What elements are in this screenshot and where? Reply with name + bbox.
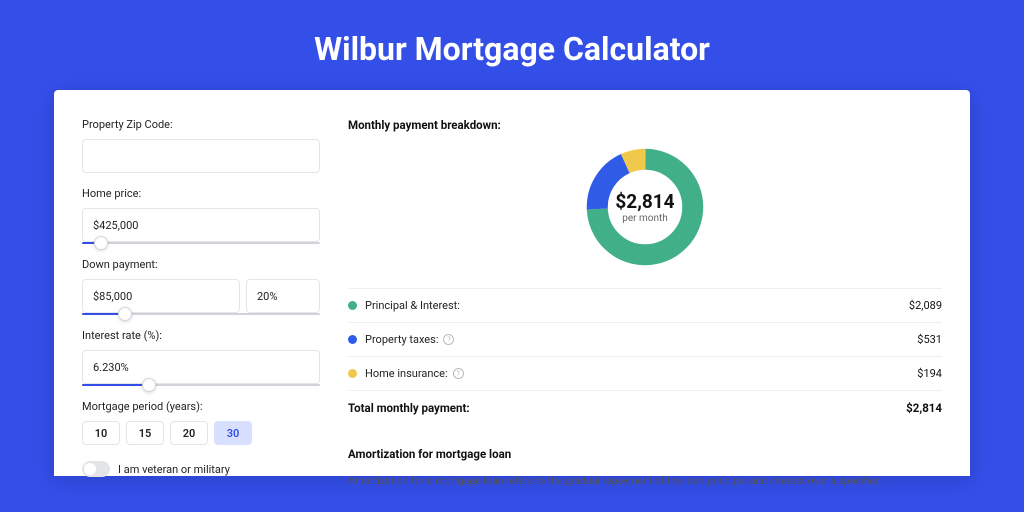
total-row: Total monthly payment: $2,814 (348, 390, 942, 425)
zip-label: Property Zip Code: (82, 118, 320, 131)
legend-dot-icon (348, 335, 357, 344)
donut-chart: $2,814 per month (348, 144, 942, 270)
period-option-20[interactable]: 20 (170, 421, 208, 445)
total-amount: $2,814 (906, 401, 942, 415)
breakdown-heading: Monthly payment breakdown: (348, 118, 942, 132)
interest-group: Interest rate (%): (82, 329, 320, 386)
legend-dot-icon (348, 369, 357, 378)
donut-sub: per month (615, 213, 674, 224)
veteran-label: I am veteran or military (118, 463, 230, 476)
down-payment-slider[interactable] (82, 313, 320, 315)
interest-slider-thumb[interactable] (142, 378, 156, 392)
page-title: Wilbur Mortgage Calculator (54, 0, 970, 90)
breakdown-item: Property taxes:?$531 (348, 322, 942, 356)
amort-body: Amortization for a mortgage loan refers … (348, 473, 942, 489)
period-option-30[interactable]: 30 (214, 421, 252, 445)
home-price-label: Home price: (82, 187, 320, 200)
home-price-group: Home price: (82, 187, 320, 244)
veteran-toggle-knob (84, 463, 96, 475)
breakdown-item-amount: $2,089 (909, 299, 942, 312)
veteran-toggle[interactable] (82, 461, 110, 477)
amort-heading: Amortization for mortgage loan (348, 447, 942, 461)
period-group: Mortgage period (years): 10152030 (82, 400, 320, 445)
down-payment-slider-thumb[interactable] (118, 307, 132, 321)
breakdown-item: Principal & Interest:$2,089 (348, 288, 942, 322)
down-payment-group: Down payment: (82, 258, 320, 315)
zip-input[interactable] (82, 139, 320, 173)
interest-slider[interactable] (82, 384, 320, 386)
breakdown-column: Monthly payment breakdown: $2,814 per mo… (348, 118, 942, 476)
period-label: Mortgage period (years): (82, 400, 320, 413)
help-icon[interactable]: ? (443, 334, 454, 345)
breakdown-item-label: Principal & Interest: (365, 299, 909, 312)
app-frame: Wilbur Mortgage Calculator Property Zip … (0, 0, 1024, 512)
amortization-section: Amortization for mortgage loan Amortizat… (348, 447, 942, 489)
total-label: Total monthly payment: (348, 401, 470, 415)
down-payment-percent-input[interactable] (246, 279, 320, 313)
form-column: Property Zip Code: Home price: Down paym… (82, 118, 320, 476)
breakdown-item-amount: $531 (917, 333, 942, 346)
breakdown-item-label: Home insurance:? (365, 367, 917, 380)
interest-slider-fill (82, 384, 149, 386)
home-price-input[interactable] (82, 208, 320, 242)
calculator-card: Property Zip Code: Home price: Down paym… (54, 90, 970, 476)
zip-group: Property Zip Code: (82, 118, 320, 173)
donut-center: $2,814 per month (615, 190, 674, 224)
breakdown-item: Home insurance:?$194 (348, 356, 942, 390)
veteran-row: I am veteran or military (82, 461, 320, 477)
period-option-15[interactable]: 15 (126, 421, 164, 445)
home-price-slider[interactable] (82, 242, 320, 244)
period-options: 10152030 (82, 421, 320, 445)
interest-label: Interest rate (%): (82, 329, 320, 342)
breakdown-item-label: Property taxes:? (365, 333, 917, 346)
help-icon[interactable]: ? (453, 368, 464, 379)
breakdown-item-amount: $194 (917, 367, 942, 380)
legend-dot-icon (348, 301, 357, 310)
down-payment-amount-input[interactable] (82, 279, 240, 313)
down-payment-label: Down payment: (82, 258, 320, 271)
donut-amount: $2,814 (615, 190, 674, 213)
period-option-10[interactable]: 10 (82, 421, 120, 445)
home-price-slider-thumb[interactable] (94, 236, 108, 250)
interest-input[interactable] (82, 350, 320, 384)
